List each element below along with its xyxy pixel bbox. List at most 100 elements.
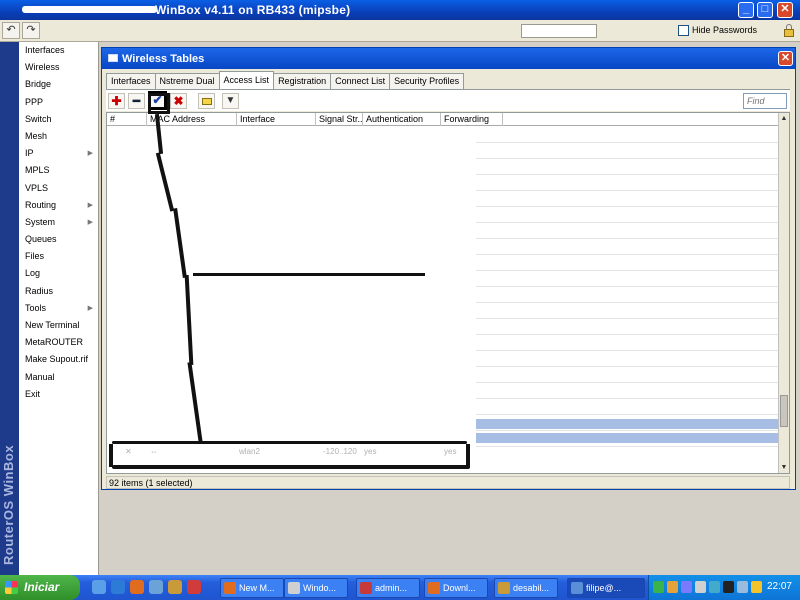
sidebar-item-label: IP — [25, 148, 34, 159]
column-header-interface[interactable]: Interface — [237, 113, 316, 126]
row-disabled-icon: ✕ — [125, 447, 132, 456]
tray-update-icon[interactable] — [709, 581, 720, 593]
sidebar-item-wireless[interactable]: Wireless — [19, 59, 98, 76]
find-input[interactable] — [743, 93, 787, 109]
window-close-button[interactable]: ✕ — [778, 51, 793, 66]
quicklaunch-app-icon[interactable] — [149, 580, 163, 594]
tray-security-icon[interactable] — [667, 581, 678, 593]
brand-label: RouterOS WinBox — [1, 444, 16, 565]
redo-button[interactable]: ↷ — [22, 22, 40, 39]
sidebar-item-label: Wireless — [25, 62, 60, 73]
quicklaunch-ie-icon[interactable] — [111, 580, 125, 594]
filter-button[interactable]: ▼ — [222, 93, 239, 109]
sidebar-item-metarouter[interactable]: MetaROUTER — [19, 334, 98, 351]
sidebar-item-mpls[interactable]: MPLS — [19, 162, 98, 179]
status-bar: 92 items (1 selected) — [106, 476, 790, 489]
sidebar-item-radius[interactable]: Radius — [19, 283, 98, 300]
sidebar-item-label: Interfaces — [25, 45, 65, 55]
hide-passwords-checkbox[interactable] — [678, 25, 689, 36]
table-row-lines — [476, 127, 779, 460]
task-app-icon — [428, 582, 440, 594]
table-scrollbar[interactable]: ▲ ▼ — [778, 113, 789, 473]
sidebar-item-files[interactable]: Files — [19, 248, 98, 265]
sidebar-item-new-terminal[interactable]: New Terminal — [19, 317, 98, 334]
submenu-arrow-icon: ▶ — [87, 201, 93, 209]
task-app-icon — [498, 582, 510, 594]
sidebar-item-label: System — [25, 216, 56, 227]
comment-button[interactable] — [198, 93, 215, 109]
taskbar-task-3[interactable]: admin... — [356, 578, 420, 598]
taskbar-task-4[interactable]: Downl... — [424, 578, 488, 598]
sidebar-menu: Interfaces Wireless Bridge PPP Switch Mesh IP ▶… — [19, 42, 99, 575]
column-header-authentication[interactable]: Authentication — [363, 113, 441, 126]
tray-volume-icon[interactable] — [695, 581, 706, 593]
tab-access-list[interactable]: Access List — [218, 71, 275, 89]
task-label: Windo... — [303, 583, 337, 593]
sidebar-item-ppp[interactable]: PPP — [19, 94, 98, 111]
sidebar-item-vpls[interactable]: VPLS — [19, 180, 98, 197]
sidebar-item-bridge[interactable]: Bridge — [19, 76, 98, 93]
sidebar-item-label: Mesh — [25, 130, 48, 141]
sidebar-item-queues[interactable]: Queues — [19, 231, 98, 248]
quicklaunch-firefox-icon[interactable] — [130, 580, 144, 594]
taskbar-task-5[interactable]: desabil... — [494, 578, 558, 598]
start-button[interactable]: Iniciar — [0, 575, 80, 600]
submenu-arrow-icon: ▶ — [87, 304, 93, 312]
taskbar-task-2[interactable]: Windo... — [284, 578, 348, 598]
tray-app-icon[interactable] — [681, 581, 692, 593]
column-header-signal-str[interactable]: Signal Str... — [316, 113, 363, 126]
sidebar-item-log[interactable]: Log — [19, 265, 98, 282]
sidebar-item-tools[interactable]: Tools ▶ — [19, 300, 98, 317]
tray-misc-icon[interactable] — [737, 581, 748, 593]
sidebar-item-make-supout-rif[interactable]: Make Supout.rif — [19, 351, 98, 368]
tray-network-icon[interactable] — [653, 581, 664, 593]
task-app-icon — [224, 582, 236, 594]
disable-button[interactable]: ✖ — [170, 93, 187, 109]
tab-nstreme-dual[interactable]: Nstreme Dual — [154, 73, 220, 89]
column-header-forwarding[interactable]: Forwarding — [441, 113, 503, 126]
toolbar-field-secondary — [605, 24, 675, 38]
quicklaunch-desktop-icon[interactable] — [92, 580, 106, 594]
sidebar-item-mesh[interactable]: Mesh — [19, 128, 98, 145]
undo-button[interactable]: ↶ — [2, 22, 20, 39]
maximize-button[interactable]: □ — [757, 2, 773, 18]
sidebar-item-switch[interactable]: Switch — [19, 111, 98, 128]
sidebar-item-manual[interactable]: Manual — [19, 369, 98, 386]
taskbar-task-1[interactable]: New M... — [220, 578, 284, 598]
tray-winbox-icon[interactable] — [723, 581, 734, 593]
access-list-table: # MAC Address Interface Signal Str... Authen… — [106, 112, 790, 474]
add-button[interactable]: ✚ — [108, 93, 125, 109]
tab-security-profiles[interactable]: Security Profiles — [389, 73, 465, 89]
sidebar-item-system[interactable]: System ▶ — [19, 214, 98, 231]
main-toolbar: ↶ ↷ Hide Passwords — [0, 20, 800, 42]
remove-button[interactable]: ━ — [128, 93, 145, 109]
minimize-button[interactable]: _ — [738, 2, 754, 18]
sidebar-item-interfaces[interactable]: Interfaces — [19, 42, 98, 59]
tab-interfaces[interactable]: Interfaces — [106, 73, 156, 89]
scroll-thumb[interactable] — [780, 395, 788, 427]
task-label: New M... — [239, 583, 275, 593]
sidebar-item-ip[interactable]: IP ▶ — [19, 145, 98, 162]
sidebar-item-label: MetaROUTER — [25, 337, 84, 348]
sidebar-item-label: New Terminal — [25, 320, 80, 330]
tray-alert-icon[interactable] — [751, 581, 762, 593]
close-button[interactable]: ✕ — [777, 2, 793, 18]
column-header-mac-address[interactable]: MAC Address — [147, 113, 237, 126]
sidebar-item-label: Routing — [25, 199, 57, 210]
sidebar-item-exit[interactable]: Exit — [19, 386, 98, 403]
scroll-down-arrow[interactable]: ▼ — [779, 462, 789, 473]
table-row-selected[interactable]: ✕ ⇔ wlan2 -120..120 yes yes — [107, 445, 779, 459]
tab-connect-list[interactable]: Connect List — [330, 73, 391, 89]
window-icon — [108, 54, 118, 62]
sidebar-item-routing[interactable]: Routing ▶ — [19, 197, 98, 214]
scroll-up-arrow[interactable]: ▲ — [779, 113, 789, 124]
taskbar-task-6[interactable]: filipe@... — [567, 578, 645, 598]
column-header-index[interactable]: # — [107, 113, 147, 126]
sidebar-item-label: Manual — [25, 371, 55, 382]
tab-registration[interactable]: Registration — [273, 73, 332, 89]
sidebar-item-label: Make Supout.rif — [25, 354, 89, 365]
quicklaunch-folder-icon[interactable] — [168, 580, 182, 594]
cell-authentication: yes — [364, 447, 377, 456]
quicklaunch-opera-icon[interactable] — [187, 580, 201, 594]
wireless-tables-window: Wireless Tables ✕ Interfaces Nstreme Dual… — [101, 47, 796, 490]
